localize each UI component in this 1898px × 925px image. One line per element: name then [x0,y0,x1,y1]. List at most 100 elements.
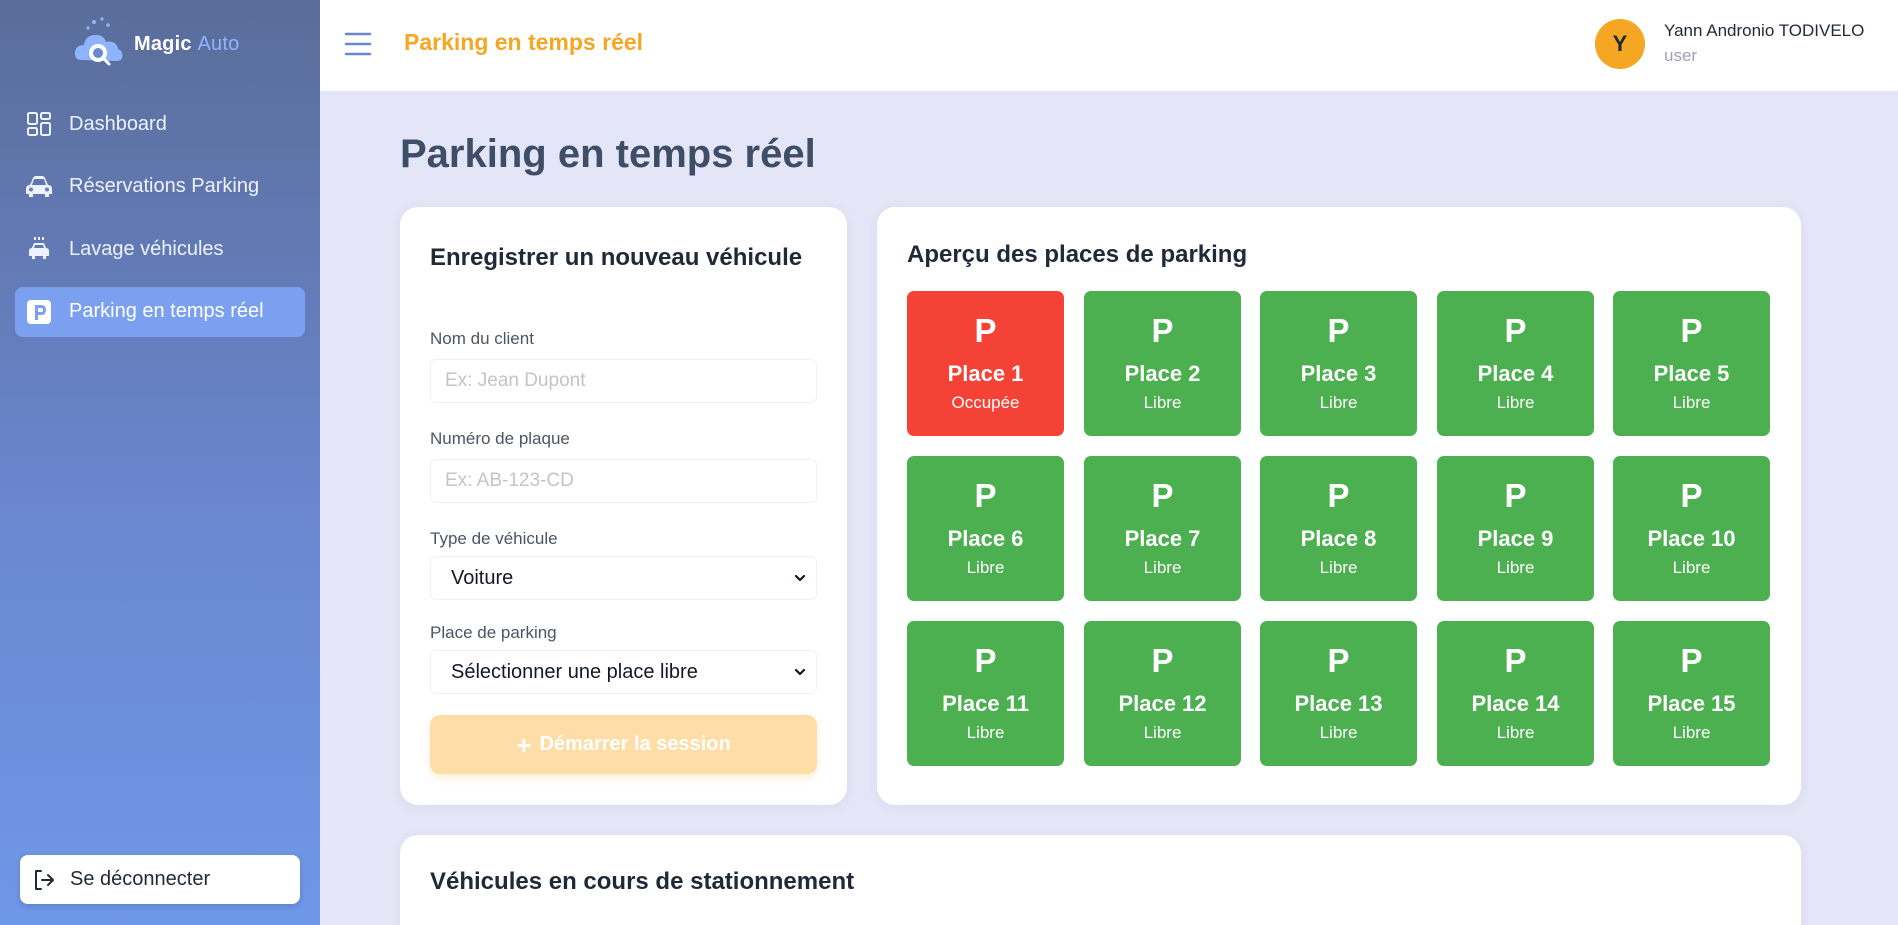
parking-spot-name: Place 12 [1118,691,1207,716]
parking-symbol-icon: P [974,477,997,514]
parking-spot-status: Libre [1319,558,1358,577]
parking-spot-name: Place 14 [1471,691,1560,716]
parking-spot-tile[interactable]: P Place 11 Libre [907,621,1064,766]
sidebar-item-reservations[interactable]: Réservations Parking [15,162,305,212]
logout-label: Se déconnecter [70,868,211,890]
brand-name: Magic [134,32,192,55]
logout-button[interactable]: Se déconnecter [20,855,300,904]
sidebar-item-label: Dashboard [69,112,167,135]
parking-spot-status: Libre [1672,393,1711,412]
sidebar-item-parking-live[interactable]: Parking en temps réel [15,286,305,337]
parking-spot-name: Place 6 [947,526,1024,551]
parking-spot-value: Sélectionner une place libre [451,660,698,683]
parking-spot-label: Place de parking [430,623,557,642]
parking-spot-select[interactable]: Sélectionner une place libre [430,650,817,694]
parking-symbol-icon: P [974,642,997,679]
header-title: Parking en temps réel [404,29,644,55]
parking-spot-status: Libre [1672,558,1711,577]
client-name-input[interactable] [430,359,817,403]
parking-spot-name: Place 8 [1300,526,1377,551]
car-icon [25,173,53,201]
user-name: Yann Andronio TODIVELO [1664,21,1865,40]
sidebar-item-car-wash[interactable]: Lavage véhicules [15,224,305,274]
menu-toggle-button[interactable] [342,28,374,60]
parked-vehicles-card: Véhicules en cours de stationnement [400,835,1801,925]
parking-spot-name: Place 4 [1477,361,1554,386]
parking-spot-status: Libre [1143,393,1182,412]
parking-spot-name: Place 1 [947,361,1024,386]
page-title: Parking en temps réel [400,132,816,176]
parking-spot-name: Place 15 [1647,691,1736,716]
parking-spot-status: Occupée [951,393,1020,412]
vehicle-type-label: Type de véhicule [430,529,558,548]
top-header: Parking en temps réel Y Yann Andronio TO… [320,0,1898,91]
parking-spot-status: Libre [1672,723,1711,742]
parking-overview-card: Aperçu des places de parking P Place 1 Occ… [877,207,1801,805]
parking-spot-status: Libre [1496,558,1535,577]
parking-symbol-icon: P [1151,642,1174,679]
parking-spot-status: Libre [966,723,1005,742]
parking-spot-status: Libre [1319,393,1358,412]
parking-spot-tile[interactable]: P Place 8 Libre [1260,456,1417,601]
new-vehicle-form-card: Enregistrer un nouveau véhicule Nom du c… [400,207,847,805]
cloud-logo-icon [74,17,123,66]
sidebar-nav: Dashboard Réservations Parking Lavage vé… [15,99,305,349]
car-wash-icon [25,235,53,263]
parking-spot-name: Place 5 [1653,361,1730,386]
parking-spot-tile[interactable]: P Place 10 Libre [1613,456,1770,601]
sidebar-item-label: Réservations Parking [69,175,260,197]
parking-symbol-icon: P [1327,477,1350,514]
sidebar-item-label: Parking en temps réel [69,300,264,322]
parking-spot-tile[interactable]: P Place 12 Libre [1084,621,1241,766]
logout-icon [30,866,58,894]
parking-symbol-icon: P [1151,312,1174,349]
parking-spot-name: Place 3 [1300,361,1377,386]
avatar[interactable]: Y [1595,19,1645,69]
start-session-label: Démarrer la session [539,733,731,755]
parking-symbol-icon: P [1504,312,1527,349]
parking-spot-name: Place 11 [942,691,1029,716]
parking-symbol-icon: P [1680,312,1703,349]
plate-number-input[interactable] [430,459,817,503]
parking-spot-tile[interactable]: P Place 15 Libre [1613,621,1770,766]
client-name-label: Nom du client [430,329,534,348]
overview-title: Aperçu des places de parking [907,241,1248,268]
parking-spot-status: Libre [1143,558,1182,577]
parking-spot-tile[interactable]: P Place 14 Libre [1437,621,1594,766]
parking-spot-status: Libre [966,558,1005,577]
sidebar: Magic Auto Dashboard Réservations Parkin… [0,0,320,925]
vehicle-type-select[interactable]: Voiture [430,556,817,600]
parking-symbol-icon: P [1680,477,1703,514]
parking-spot-tile[interactable]: P Place 1 Occupée [907,291,1064,436]
parking-spot-name: Place 7 [1124,526,1201,551]
parking-spot-tile[interactable]: P Place 9 Libre [1437,456,1594,601]
parking-spot-tile[interactable]: P Place 4 Libre [1437,291,1594,436]
chevron-down-icon [794,574,806,582]
parking-spot-tile[interactable]: P Place 2 Libre [1084,291,1241,436]
parking-symbol-icon: P [1680,642,1703,679]
sidebar-item-label: Lavage véhicules [69,237,224,260]
parking-spot-tile[interactable]: P Place 5 Libre [1613,291,1770,436]
hamburger-icon [344,32,372,56]
chevron-down-icon [794,668,806,676]
parking-spot-tile[interactable]: P Place 7 Libre [1084,456,1241,601]
parked-vehicles-title: Véhicules en cours de stationnement [430,868,855,895]
plus-icon: + [516,729,532,760]
parking-spot-status: Libre [1496,723,1535,742]
parking-spot-status: Libre [1496,393,1535,412]
brand-logo[interactable]: Magic Auto [72,16,239,72]
brand-suffix: Auto [197,32,240,55]
parking-spot-status: Libre [1143,723,1182,742]
parking-spot-tile[interactable]: P Place 3 Libre [1260,291,1417,436]
form-title: Enregistrer un nouveau véhicule [430,244,803,271]
parking-spot-tile[interactable]: P Place 6 Libre [907,456,1064,601]
parking-symbol-icon: P [1504,642,1527,679]
parking-spot-name: Place 10 [1647,526,1736,551]
vehicle-type-value: Voiture [451,566,514,589]
parking-spot-tile[interactable]: P Place 13 Libre [1260,621,1417,766]
start-session-button[interactable]: + Démarrer la session [430,715,817,774]
sidebar-item-dashboard[interactable]: Dashboard [15,99,305,149]
parking-spot-name: Place 9 [1477,526,1554,551]
dashboard-icon [25,110,53,138]
parking-symbol-icon: P [1504,477,1527,514]
